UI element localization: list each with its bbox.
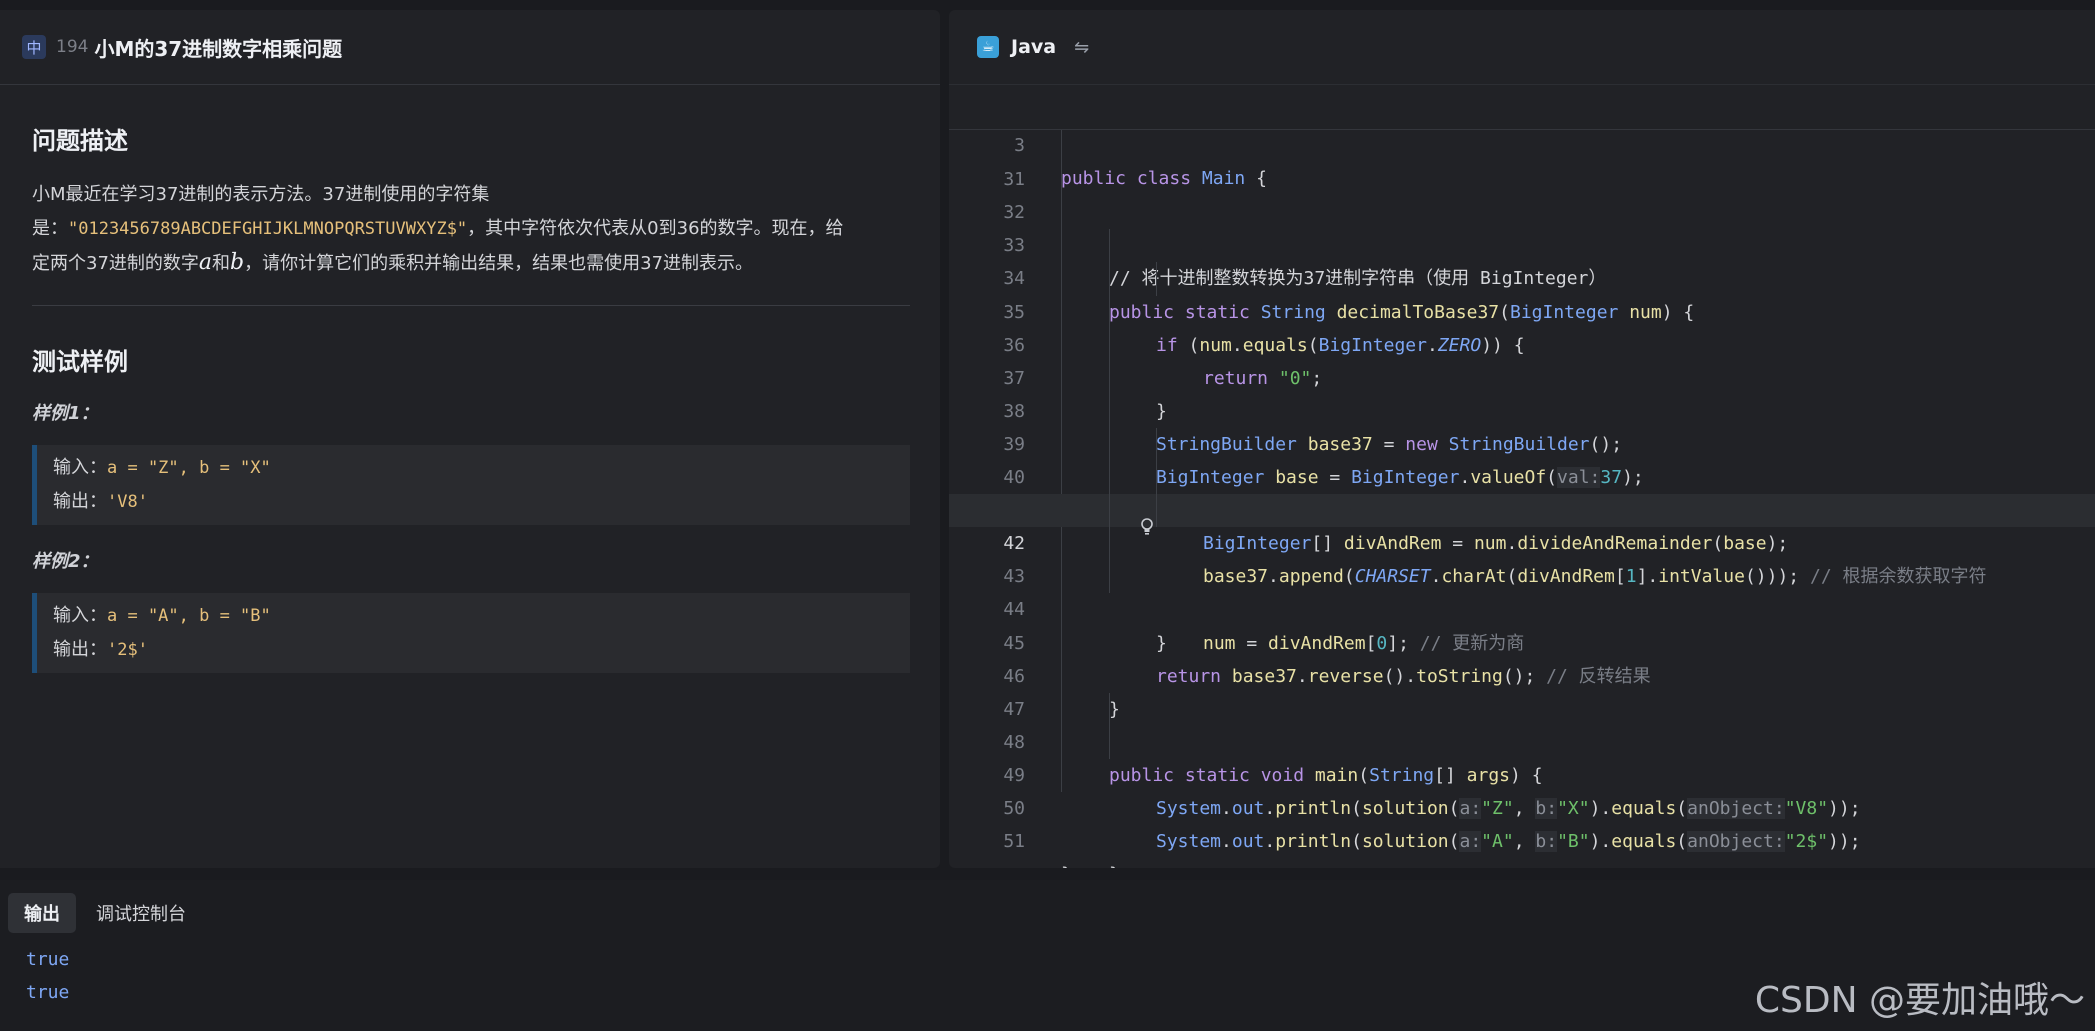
tab-debug-console[interactable]: 调试控制台 — [80, 893, 202, 933]
math-var-b: b — [230, 250, 245, 275]
problem-number: 194 — [56, 37, 89, 57]
description-heading: 问题描述 — [32, 127, 128, 155]
code-line-37[interactable]: 37 StringBuilder base37 = new StringBuil… — [949, 328, 2095, 455]
desc-prefix: 是： — [32, 218, 68, 239]
code-line-33[interactable]: 33 public static String decimalToBase37(… — [949, 196, 2095, 323]
code-text: System.out.println(solution(a:"A", b:"B"… — [1156, 831, 1861, 853]
code-line-44[interactable]: 44 return base37.reverse().toString(); /… — [949, 560, 2095, 687]
sample-input-value: a = "A", b = "B" — [107, 606, 271, 626]
code-line-34[interactable]: 34 if (num.equals(BigInteger.ZERO)) { — [949, 229, 2095, 356]
desc-line-3-prefix: 定两个37进制的数字 — [32, 253, 199, 274]
lightbulb-icon[interactable] — [1063, 500, 1153, 535]
sample-input-label: 输入： — [53, 457, 107, 478]
code-text: } — [1061, 858, 1072, 868]
desc-line-1: 小M最近在学习37进制的表示方法。37进制使用的字符集 — [32, 184, 490, 205]
sticky-scroll-line[interactable]: 3 public class Main { — [949, 96, 2095, 189]
sample-input-label: 输入： — [53, 605, 107, 626]
code-editor[interactable]: 3 public class Main { 31 32 // 将十进制整数转换为… — [949, 96, 2095, 868]
code-line-40[interactable]: 40 BigInteger[] divAndRem = num.divideAn… — [949, 427, 2095, 554]
sample-output-value: 'V8' — [107, 492, 148, 512]
java-icon: ☕ — [977, 36, 999, 58]
desc-suffix: ，其中字符依次代表从0到36的数字。现在，给 — [467, 218, 844, 239]
code-line-50[interactable]: 50 } — [949, 758, 2095, 868]
sample-output-label: 输出： — [53, 639, 107, 660]
sample-box-1: 输入：a = "Z", b = "X" 输出：'V8' — [32, 445, 910, 525]
charset-code: "0123456789ABCDEFGHIJKLMNOPQRSTUVWXYZ$" — [68, 219, 468, 239]
sample-label-1: 样例1： — [32, 403, 99, 424]
tab-output[interactable]: 输出 — [8, 893, 76, 933]
code-line-49[interactable]: 49 System.out.println(solution(a:"A", b:… — [949, 725, 2095, 853]
code-line-38[interactable]: 38 BigInteger base = BigInteger.valueOf(… — [949, 361, 2095, 489]
problem-title: 小M的37进制数字相乘问题 — [94, 36, 343, 61]
problem-description: 小M最近在学习37进制的表示方法。37进制使用的字符集 是："012345678… — [32, 178, 910, 281]
code-line-41[interactable]: 41 base37.append(CHARSET.charAt(divAndRe… — [949, 461, 2095, 587]
swap-icon[interactable]: ⇋ — [1074, 37, 1089, 58]
code-line-45[interactable]: 45 } — [949, 593, 2095, 720]
sample-label-2: 样例2： — [32, 551, 99, 572]
code-editor-panel: ☕ Java ⇋ 3 public class Main { 31 32 // … — [949, 10, 2095, 868]
problem-header: 中 194 小M的37进制数字相乘问题 — [0, 10, 940, 85]
console-tabs: 输出 调试控制台 — [0, 880, 2095, 933]
code-line-46[interactable]: 46 — [949, 626, 2095, 687]
code-text: } — [1109, 858, 1120, 868]
code-line-35[interactable]: 35 return "0"; — [949, 262, 2095, 389]
code-line-32[interactable]: 32 // 将十进制整数转换为37进制字符串（使用 BigInteger） — [949, 163, 2095, 289]
sample-output-label: 输出： — [53, 491, 107, 512]
code-line-48[interactable]: 48 System.out.println(solution(a:"Z", b:… — [949, 692, 2095, 819]
code-line-31[interactable]: 31 — [949, 130, 2095, 190]
desc-line-3-suffix: ，请你计算它们的乘积并输出结果，结果也需使用37进制表示。 — [244, 253, 754, 274]
watermark: CSDN @要加油哦～ — [1754, 980, 2085, 1021]
sample-output-value: '2$' — [107, 640, 148, 660]
language-badge[interactable]: 中 — [22, 35, 46, 59]
line-number: 51 — [1003, 831, 1025, 853]
section-divider — [32, 305, 910, 306]
code-line-42-current[interactable]: 42 num = divAndRem[0]; // 更新为商 — [949, 494, 2095, 654]
problem-panel: 中 194 小M的37进制数字相乘问题 问题描述 小M最近在学习37进制的表示方… — [0, 10, 940, 868]
console-panel: 输出 调试控制台 true true CSDN @要加油哦～ — [0, 880, 2095, 1031]
code-line-47[interactable]: 47 public static void main(String[] args… — [949, 659, 2095, 786]
code-line-43[interactable]: 43 } — [949, 527, 2095, 654]
tests-heading: 测试样例 — [32, 348, 128, 376]
editor-header: ☕ Java ⇋ — [949, 10, 2095, 85]
code-line-36[interactable]: 36 } — [949, 295, 2095, 422]
sample-box-2: 输入：a = "A", b = "B" 输出：'2$' — [32, 593, 910, 673]
code-line-51[interactable]: 51 } — [949, 792, 2095, 868]
code-line-39[interactable]: 39 while (num.compareTo(BigInteger.ZERO)… — [949, 394, 2095, 521]
sample-input-value: a = "Z", b = "X" — [107, 458, 271, 478]
desc-and: 和 — [212, 253, 231, 274]
math-var-a: a — [198, 250, 213, 275]
language-selector[interactable]: Java — [1011, 36, 1056, 58]
